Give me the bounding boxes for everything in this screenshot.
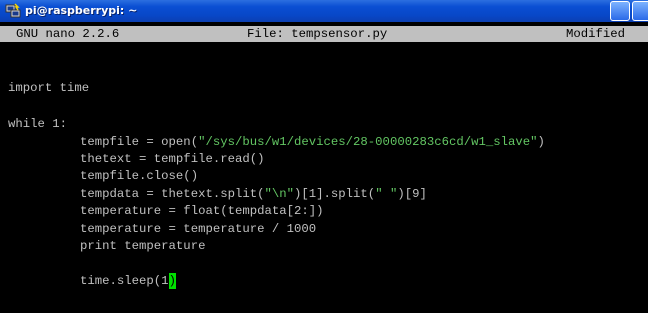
title-bar[interactable]: pi@raspberrypi: ~	[0, 0, 648, 22]
code-line-9: print temperature	[80, 239, 206, 253]
minimize-button[interactable]	[610, 1, 630, 21]
window-title: pi@raspberrypi: ~	[25, 4, 138, 17]
code-line-7: temperature = float(tempdata[2:])	[80, 204, 324, 218]
string-literal: "\n"	[264, 187, 295, 201]
putty-icon	[5, 3, 21, 18]
modified-status: Modified	[566, 27, 626, 41]
terminal-window: pi@raspberrypi: ~ GNU nano 2.2.6 File: t…	[0, 0, 648, 313]
code-line-2: while 1:	[8, 117, 68, 131]
string-literal: "/sys/bus/w1/devices/28-00000283c6cd/w1_…	[198, 135, 538, 149]
code-line-1: import time	[8, 81, 90, 95]
text-cursor: )	[168, 273, 176, 289]
code-line-6: tempdata = thetext.split("\n")[1].split(…	[80, 187, 427, 201]
code-line-3: tempfile = open("/sys/bus/w1/devices/28-…	[80, 135, 545, 149]
terminal-area[interactable]: GNU nano 2.2.6 File: tempsensor.py Modif…	[0, 22, 648, 313]
nano-version: GNU nano 2.2.6	[16, 27, 120, 41]
file-name: File: tempsensor.py	[247, 27, 388, 41]
code-line-10: time.sleep(1)	[80, 273, 176, 289]
nano-header-bar: GNU nano 2.2.6 File: tempsensor.py Modif…	[0, 26, 648, 42]
code-line-8: temperature = temperature / 1000	[80, 222, 317, 236]
code-line-4: thetext = tempfile.read()	[80, 152, 265, 166]
code-line-5: tempfile.close()	[80, 169, 199, 183]
maximize-button[interactable]	[632, 1, 648, 21]
string-literal: " "	[375, 187, 398, 201]
